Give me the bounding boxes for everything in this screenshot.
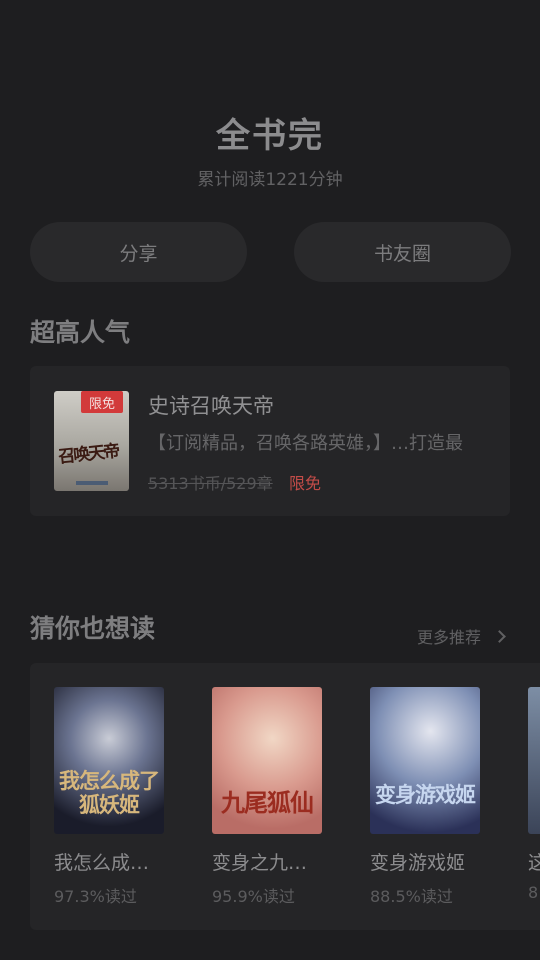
more-recommend-link[interactable]: 更多推荐: [417, 624, 506, 648]
book-cover-title: 九尾狐仙: [221, 788, 314, 817]
book-cover-title: 我怎么成了狐妖姬: [59, 768, 160, 817]
recommend-book[interactable]: 这 8: [528, 687, 540, 902]
book-title: 这: [528, 852, 540, 874]
chevron-right-icon: [493, 630, 506, 643]
featured-book-card[interactable]: 召唤天帝 限免 史诗召唤天帝 【订阅精品，召唤各路英雄，】…打造最 5313书币…: [30, 366, 510, 516]
book-title: 变身之九…: [212, 852, 308, 874]
share-button[interactable]: 分享: [30, 222, 247, 282]
reading-time: 累计阅读1221分钟: [197, 170, 343, 190]
book-read-pct: 97.3%读过: [54, 887, 137, 906]
book-title: 变身游戏姬: [370, 852, 466, 874]
free-badge: 限免: [81, 391, 123, 413]
book-cover-title: 变身游戏姬: [375, 782, 476, 807]
book-read-pct: 88.5%读过: [370, 887, 453, 906]
book-circle-label: 书友圈: [373, 242, 431, 265]
book-title: 我怎么成…: [54, 852, 150, 874]
cover-publisher-strip: [76, 481, 108, 485]
featured-book-description: 【订阅精品，召唤各路英雄，】…打造最: [148, 433, 463, 454]
recommend-panel: 我怎么成了狐妖姬 我怎么成… 97.3%读过 九尾狐仙 变身之九… 95.9%读…: [30, 663, 540, 930]
book-cover: 变身游戏姬: [370, 687, 480, 834]
featured-book-title: 史诗召唤天帝: [148, 394, 274, 418]
book-cover: 九尾狐仙: [212, 687, 322, 834]
featured-cover-title: 召唤天帝: [57, 441, 120, 468]
book-circle-button[interactable]: 书友圈: [294, 222, 511, 282]
recommend-book[interactable]: 变身游戏姬 变身游戏姬 88.5%读过: [370, 687, 480, 907]
recommend-book[interactable]: 我怎么成了狐妖姬 我怎么成… 97.3%读过: [54, 687, 164, 907]
share-label: 分享: [119, 242, 158, 265]
more-recommend-label: 更多推荐: [417, 628, 482, 647]
popular-section-title: 超高人气: [30, 318, 131, 347]
free-price-label: 限免: [289, 474, 322, 493]
original-price: 5313书币/529章: [148, 474, 273, 493]
book-cover: 我怎么成了狐妖姬: [54, 687, 164, 834]
recommend-section-title: 猜你也想读: [30, 614, 156, 643]
page-title: 全书完: [216, 116, 324, 156]
book-cover: [528, 687, 540, 834]
book-read-pct: 95.9%读过: [212, 887, 295, 906]
book-read-pct: 8: [528, 883, 539, 902]
recommend-book[interactable]: 九尾狐仙 变身之九… 95.9%读过: [212, 687, 322, 907]
